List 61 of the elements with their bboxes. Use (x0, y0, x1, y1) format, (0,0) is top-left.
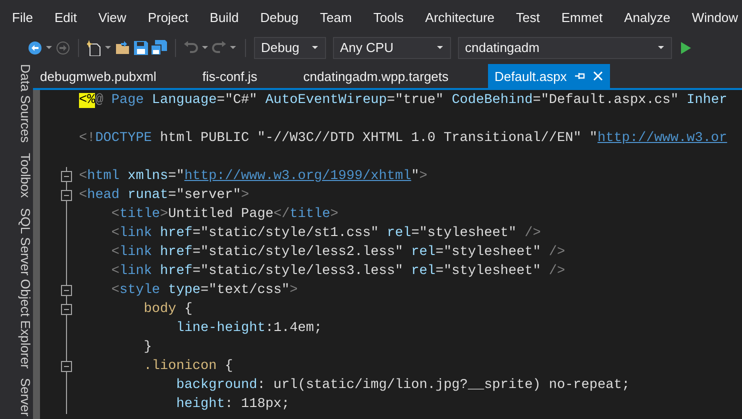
code-line: .lionicon { (142, 359, 233, 374)
open-folder-icon[interactable] (115, 40, 131, 54)
caret-icon[interactable] (45, 45, 53, 50)
forward-icon[interactable] (56, 40, 70, 54)
menu-item[interactable]: Team (311, 10, 361, 25)
side-panel-tab[interactable]: SQL Server Object Explorer (8, 208, 33, 368)
pin-icon[interactable] (574, 71, 585, 81)
code-line: <link href="static/style/less3.less" rel="stylesheet" /> (110, 264, 566, 279)
caret-icon (657, 45, 665, 50)
collapse-icon[interactable] (61, 285, 72, 296)
document-tab[interactable]: Default.aspx (488, 64, 610, 88)
code-line: <!DOCTYPE html PUBLIC "-//W3C//DTD XHTML 1.0 Transitional//EN" "http://www.w3.or (79, 131, 728, 146)
play-icon[interactable] (681, 42, 691, 54)
menu-item[interactable]: View (89, 10, 136, 25)
menu-item[interactable]: Window (682, 10, 742, 25)
document-tab[interactable]: cndatingadm.wpp.targets (296, 64, 456, 88)
code-line: <html xmlns="http://www.w3.org/1999/xhtml"> (79, 169, 428, 184)
collapse-icon[interactable] (61, 171, 72, 182)
configuration-dropdown[interactable]: Debug (254, 36, 326, 58)
menu-item[interactable]: Edit (45, 10, 86, 25)
code-line: <style type="text/css"> (110, 283, 298, 298)
startup-project-dropdown[interactable]: cndatingadm (458, 36, 672, 58)
close-icon[interactable] (592, 71, 603, 81)
caret-icon[interactable] (201, 45, 209, 50)
menu-item[interactable]: File (3, 10, 42, 25)
caret-icon (311, 45, 319, 50)
menu-item[interactable]: Build (200, 10, 248, 25)
code-line: height: 118px; (175, 397, 290, 412)
document-tab[interactable]: debugmweb.pubxml (33, 64, 164, 88)
caret-icon[interactable] (229, 45, 237, 50)
save-all-icon[interactable] (151, 40, 167, 55)
side-panel-tab[interactable]: Toolbox (8, 152, 33, 198)
new-item-icon[interactable] (87, 40, 101, 56)
code-line: line-height:1.4em; (175, 321, 322, 336)
menu-item[interactable]: Architecture (416, 10, 504, 25)
collapse-icon[interactable] (61, 304, 72, 315)
platform-dropdown[interactable]: Any CPU (333, 36, 451, 58)
code-line: <link href="static/style/less2.less" rel="stylesheet" /> (110, 245, 566, 260)
caret-icon (436, 45, 444, 50)
side-panel-tab[interactable]: Data Sources (8, 64, 33, 143)
menu-item[interactable]: Analyze (615, 10, 680, 25)
back-icon[interactable] (28, 40, 42, 54)
collapse-icon[interactable] (61, 190, 72, 201)
document-tab[interactable]: fis-conf.js (195, 64, 264, 88)
code-line: <link href="static/style/st1.css" rel="stylesheet" /> (110, 226, 541, 241)
collapse-icon[interactable] (61, 361, 72, 372)
redo-icon[interactable] (212, 40, 226, 54)
code-line: <head runat="server"> (79, 188, 250, 203)
menu-item[interactable]: Project (138, 10, 198, 25)
code-line: <title>Untitled Page</title> (110, 207, 338, 222)
code-line: } (142, 340, 152, 355)
menu-item[interactable]: Tools (364, 10, 413, 25)
caret-icon[interactable] (104, 45, 112, 50)
menu-item[interactable]: Debug (251, 10, 308, 25)
code-line: body { (142, 302, 192, 317)
undo-icon[interactable] (184, 40, 198, 54)
code-line: background: url(static/img/lion.jpg?__sprite) no-repeat; (175, 378, 630, 393)
save-icon[interactable] (134, 40, 148, 54)
side-panel-tab[interactable]: Server (8, 378, 33, 417)
menu-item[interactable]: Emmet (552, 10, 612, 25)
menu-item[interactable]: Test (507, 10, 549, 25)
